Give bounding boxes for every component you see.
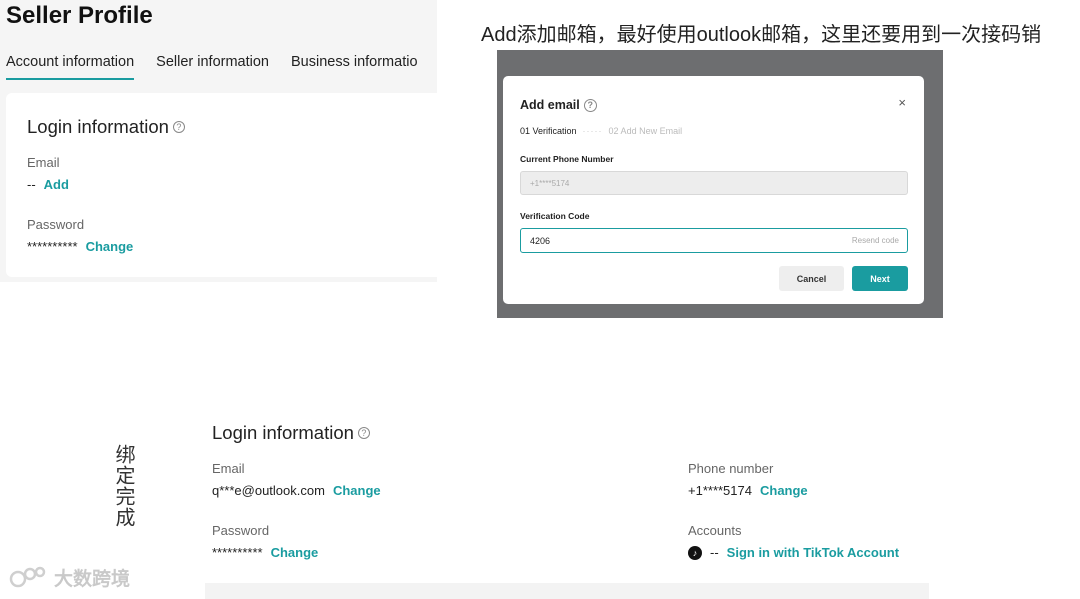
watermark: 大数跨境	[8, 564, 130, 591]
help-icon[interactable]: ?	[583, 98, 597, 112]
email-value: --	[27, 177, 36, 192]
password-row: ********** Change	[27, 239, 133, 254]
change-email-link[interactable]: Change	[333, 483, 381, 498]
step-separator: ·····	[582, 126, 603, 136]
change-password-link[interactable]: Change	[86, 239, 134, 254]
verification-code-value: 4206	[530, 236, 551, 246]
tab-business-information[interactable]: Business informatio	[291, 54, 418, 80]
stepper: 01 Verification ····· 02 Add New Email	[520, 126, 682, 136]
phone-number-label: Current Phone Number	[520, 154, 614, 164]
email-label: Email	[27, 155, 60, 170]
cancel-button[interactable]: Cancel	[779, 266, 844, 291]
accounts-row: ♪ -- Sign in with TikTok Account	[688, 545, 899, 560]
login-information-title: Login information	[212, 422, 354, 443]
email-row: -- Add	[27, 177, 69, 192]
add-email-link[interactable]: Add	[44, 177, 69, 192]
accounts-label: Accounts	[688, 523, 742, 538]
change-phone-link[interactable]: Change	[760, 483, 808, 498]
phone-number-label: Phone number	[688, 461, 774, 476]
tiktok-icon: ♪	[688, 545, 702, 560]
step-verification: 01 Verification	[520, 126, 577, 136]
caption-bound: 绑定完成	[112, 444, 134, 528]
email-row: q***e@outlook.com Change	[212, 483, 381, 498]
modal-title: Add email	[520, 98, 580, 112]
login-information-title: Login information	[27, 116, 169, 137]
add-email-screenshot: Add email ? × 01 Verification ····· 02 A…	[497, 50, 943, 318]
verification-code-label: Verification Code	[520, 211, 590, 221]
help-icon[interactable]: ?	[357, 427, 370, 439]
page-title: Seller Profile	[6, 2, 153, 29]
seller-profile-screenshot: Seller Profile Account information Selle…	[0, 0, 437, 282]
email-value: q***e@outlook.com	[212, 483, 325, 498]
help-icon[interactable]: ?	[172, 121, 185, 133]
tab-seller-information[interactable]: Seller information	[156, 54, 269, 80]
change-password-link[interactable]: Change	[271, 545, 319, 560]
email-label: Email	[212, 461, 245, 476]
password-label: Password	[212, 523, 270, 538]
login-information-card: Login information ? Email -- Add Passwor…	[6, 93, 437, 277]
password-value: **********	[212, 545, 263, 560]
verification-code-input[interactable]: 4206 Resend code	[520, 228, 908, 253]
step-add-new-email: 02 Add New Email	[608, 126, 683, 136]
login-information-heading: Login information ?	[212, 422, 370, 444]
login-information-heading: Login information ?	[27, 116, 185, 138]
close-icon[interactable]: ×	[898, 95, 906, 110]
resend-code-link[interactable]: Resend code	[852, 236, 899, 245]
watermark-logo-icon	[9, 566, 46, 587]
tab-account-information[interactable]: Account information	[6, 54, 135, 80]
watermark-text: 大数跨境	[54, 569, 131, 590]
password-value: **********	[27, 239, 78, 254]
phone-row: +1****5174 Change	[688, 483, 808, 498]
profile-tabs: Account information Seller information B…	[6, 54, 418, 80]
password-row: ********** Change	[212, 545, 318, 560]
phone-number-field: +1****5174	[520, 171, 908, 195]
add-email-modal: Add email ? × 01 Verification ····· 02 A…	[503, 76, 924, 304]
bottom-strip	[205, 583, 929, 599]
phone-value: +1****5174	[688, 483, 752, 498]
accounts-value: --	[710, 545, 719, 560]
modal-heading: Add email ?	[520, 98, 597, 112]
next-button[interactable]: Next	[852, 266, 908, 291]
caption-top: Add添加邮箱，最好使用outlook邮箱，这里还要用到一次接码销	[481, 24, 1042, 46]
bound-login-screenshot: Login information ? Email q***e@outlook.…	[205, 410, 929, 599]
sign-in-tiktok-link[interactable]: Sign in with TikTok Account	[727, 545, 899, 560]
password-label: Password	[27, 217, 85, 232]
